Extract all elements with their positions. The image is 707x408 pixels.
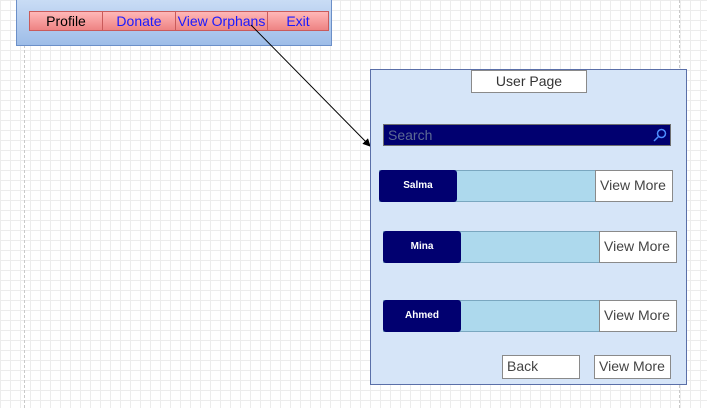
connector-arrow [250,24,371,147]
orphan-name-button[interactable]: Salma [379,170,457,202]
user-page-panel: User Page Search Salma View More Mina Vi… [370,69,687,385]
search-placeholder: Search [388,127,433,143]
view-more-button[interactable]: View More [599,231,677,263]
back-button[interactable]: Back [502,355,580,379]
search-icon[interactable] [652,127,668,143]
search-input[interactable]: Search [383,124,671,146]
view-more-button[interactable]: View More [595,170,673,202]
orphan-name-button[interactable]: Ahmed [383,300,461,332]
view-more-footer-button[interactable]: View More [594,355,671,379]
orphan-row-salma: Salma View More [379,170,673,202]
orphan-row-mina: Mina View More [383,231,677,263]
page-title: User Page [471,70,587,93]
orphan-row-ahmed: Ahmed View More [383,300,677,332]
orphan-name-button[interactable]: Mina [383,231,461,263]
view-more-button[interactable]: View More [599,300,677,332]
